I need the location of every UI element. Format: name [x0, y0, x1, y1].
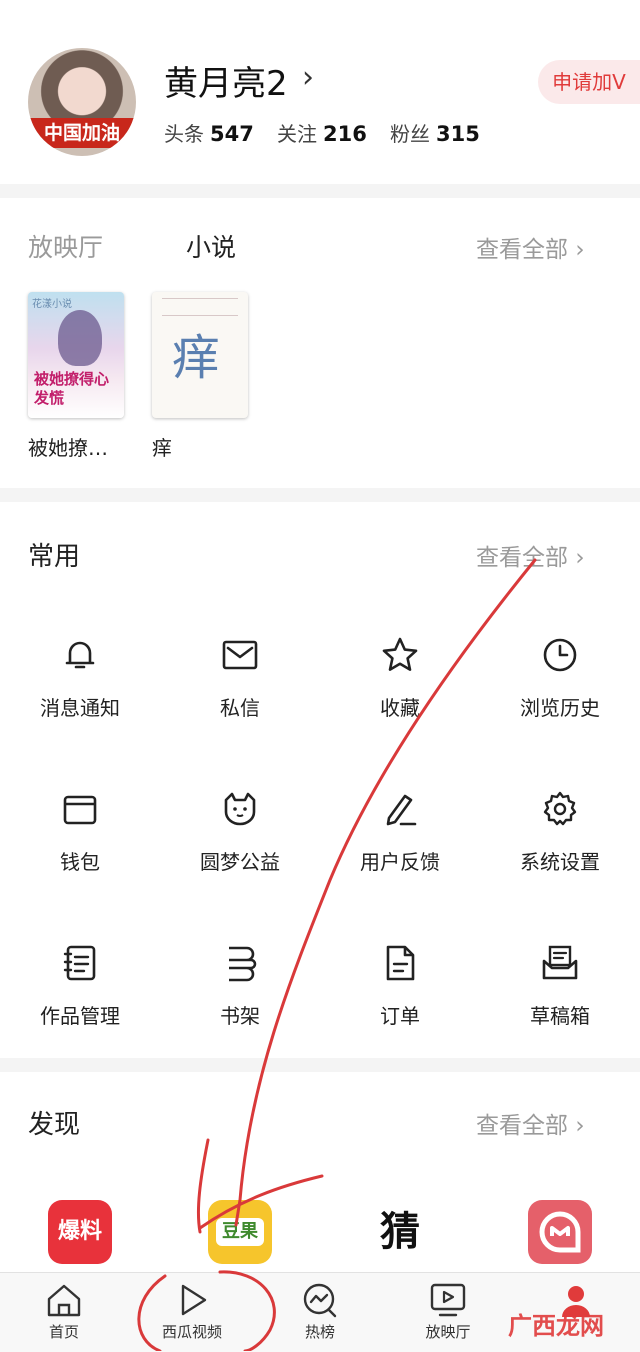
clock-icon [543, 638, 577, 672]
clock-item[interactable]: 浏览历史 [480, 636, 640, 721]
pen-icon [386, 794, 417, 826]
charity-item[interactable]: 圆梦公益 [160, 790, 320, 875]
trending-icon [303, 1283, 337, 1318]
stat-headlines[interactable]: 头条 547 [164, 118, 254, 147]
discover-section-title: 发现 [28, 1110, 81, 1140]
discover-see-all-link[interactable]: 查看全部 › [476, 1106, 585, 1140]
common-section-title: 常用 [28, 542, 81, 572]
cover-decoration [162, 298, 238, 316]
guess-app-icon[interactable]: 猜 [368, 1200, 432, 1264]
profile-name[interactable]: 黄月亮2 [164, 56, 288, 105]
star-item[interactable]: 收藏 [320, 636, 480, 721]
baoliao-app-icon[interactable]: 爆料 [48, 1200, 112, 1264]
wallet-icon [63, 795, 97, 825]
book-cover[interactable]: 痒 [152, 292, 248, 418]
wallet-item[interactable]: 钱包 [0, 790, 160, 875]
charity-icon [224, 792, 256, 826]
bookshelf-item[interactable]: 书架 [160, 944, 320, 1029]
cover-illustration [58, 310, 102, 366]
home-icon [47, 1284, 81, 1317]
watermark: 广西龙网 [508, 1312, 604, 1340]
bookshelf-icon [229, 946, 257, 982]
book-title[interactable]: 痒 [152, 432, 172, 461]
chevron-right-icon[interactable]: › [302, 60, 314, 95]
book-cover[interactable]: 花漾小说 被她撩得心发慌 [28, 292, 124, 418]
common-see-all-link[interactable]: 查看全部 › [476, 538, 585, 572]
chat-bubble-icon [539, 1211, 581, 1253]
star-icon [382, 637, 418, 671]
gear-icon [543, 791, 577, 826]
order-item[interactable]: 订单 [320, 944, 480, 1029]
cover-publisher-text: 花漾小说 [32, 299, 72, 310]
stat-following[interactable]: 关注 216 [277, 118, 367, 147]
chevron-right-icon: › [575, 545, 585, 571]
stat-followers[interactable]: 粉丝 315 [390, 118, 480, 147]
apply-verify-button[interactable]: 申请加V [538, 60, 640, 104]
tab-theater[interactable]: 放映厅 [384, 1281, 512, 1342]
media-see-all-link[interactable]: 查看全部 › [476, 230, 585, 264]
chevron-right-icon: › [575, 1113, 585, 1139]
chat-app-icon[interactable] [528, 1200, 592, 1264]
document-icon [386, 945, 415, 981]
chevron-right-icon: › [575, 237, 585, 263]
bell-item[interactable]: 消息通知 [0, 636, 160, 721]
tab-trending[interactable]: 热榜 [256, 1281, 384, 1342]
tab-novel[interactable]: 小说 [186, 228, 236, 264]
cover-title-text: 被她撩得心发慌 [34, 370, 110, 407]
mail-icon [222, 640, 258, 670]
book-title[interactable]: 被她撩… [28, 432, 108, 461]
douguo-app-icon[interactable]: 豆果 [208, 1200, 272, 1264]
profile-card: 中国加油 黄月亮2 › 申请加V 头条 547 关注 216 粉丝 315 [0, 0, 640, 184]
avatar-banner-text: 中国加油 [28, 118, 136, 148]
play-icon [181, 1284, 207, 1316]
tv-icon [430, 1283, 466, 1317]
tab-theater[interactable]: 放映厅 [28, 228, 103, 264]
cover-title-text: 痒 [172, 330, 221, 386]
drafts-item[interactable]: 草稿箱 [480, 944, 640, 1029]
bell-icon [65, 641, 95, 669]
mail-item[interactable]: 私信 [160, 636, 320, 721]
tab-home[interactable]: 首页 [0, 1281, 128, 1342]
avatar[interactable]: 中国加油 [28, 48, 136, 156]
feedback-item[interactable]: 用户反馈 [320, 790, 480, 875]
settings-item[interactable]: 系统设置 [480, 790, 640, 875]
draftbox-icon [542, 945, 578, 980]
notebook-icon [63, 945, 96, 981]
tab-xigua-video[interactable]: 西瓜视频 [128, 1281, 256, 1342]
works-item[interactable]: 作品管理 [0, 944, 160, 1029]
